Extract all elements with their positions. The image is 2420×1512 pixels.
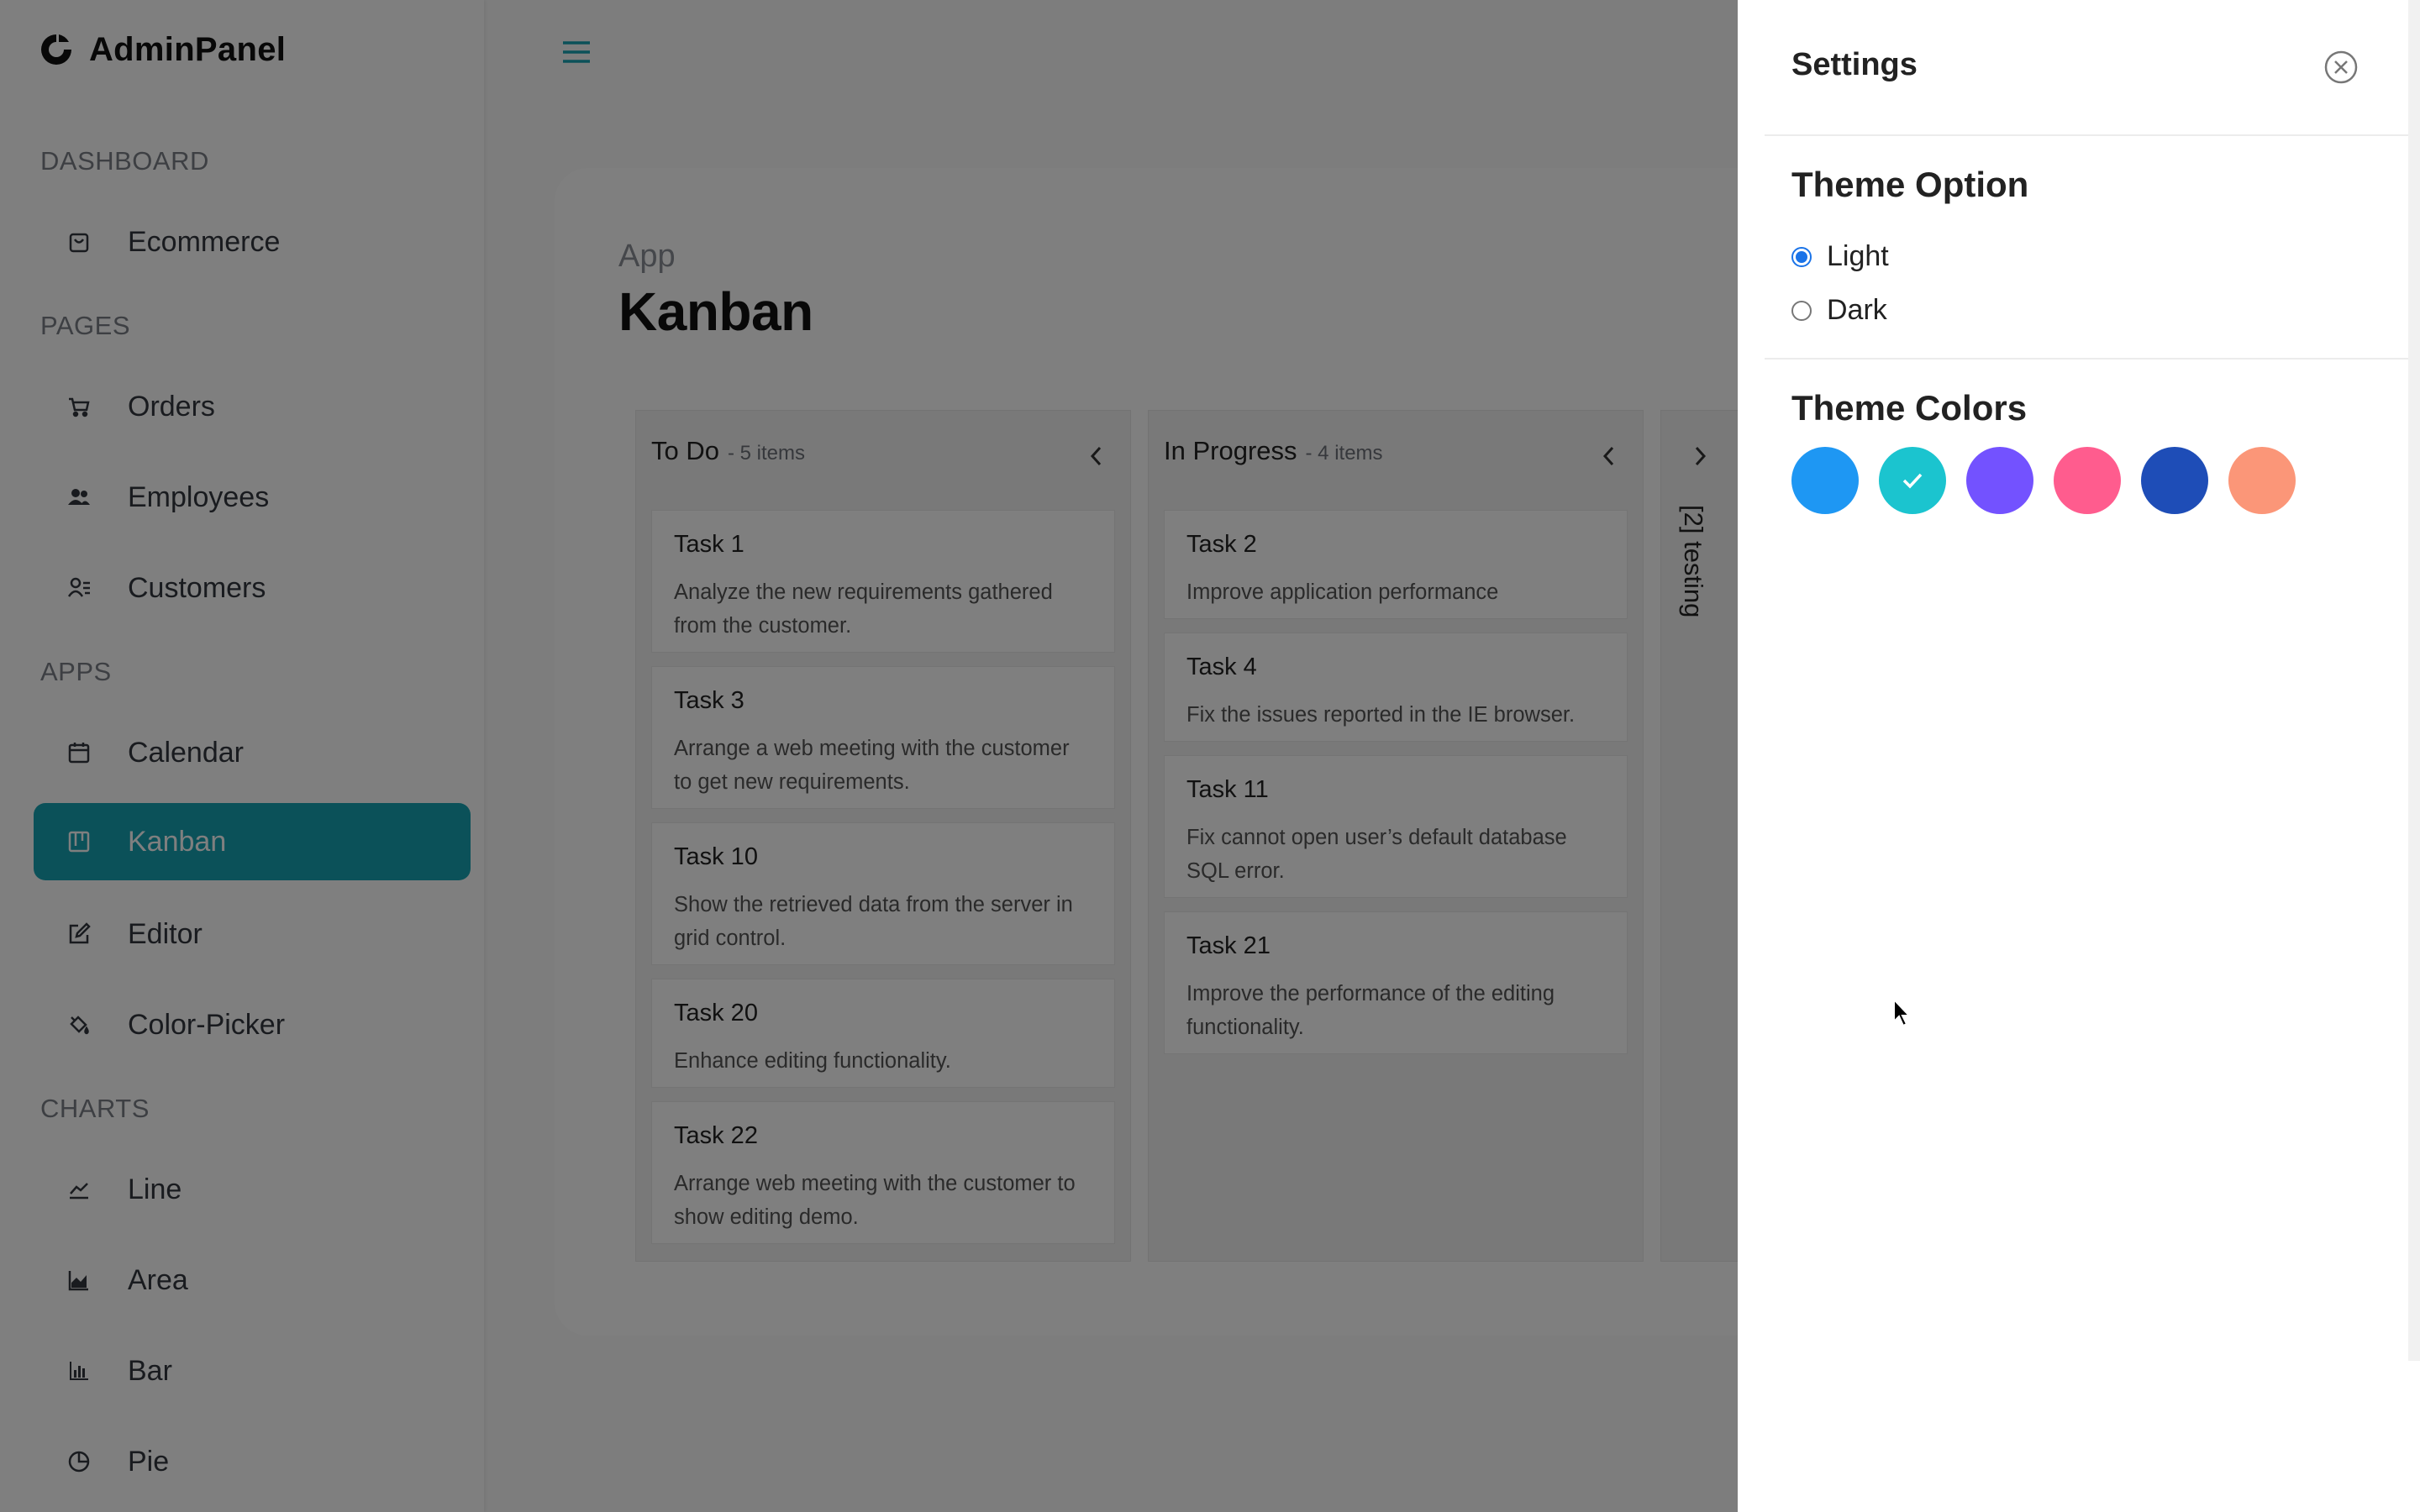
color-swatch[interactable] — [2054, 447, 2121, 514]
divider — [1765, 358, 2420, 360]
color-swatch[interactable] — [1791, 447, 1859, 514]
color-swatch[interactable] — [1879, 447, 1946, 514]
radio-label: Light — [1827, 240, 1889, 272]
close-icon — [2324, 50, 2358, 84]
color-swatch[interactable] — [2141, 447, 2208, 514]
radio-button[interactable] — [1791, 300, 1812, 321]
radio-label: Dark — [1827, 294, 1887, 326]
settings-panel: Settings Theme Option Light Dark Theme C… — [1738, 0, 2420, 1512]
color-swatch[interactable] — [2228, 447, 2296, 514]
modal-backdrop[interactable] — [0, 0, 1738, 1512]
theme-radio-light[interactable]: Light — [1791, 240, 1889, 273]
theme-colors-heading: Theme Colors — [1791, 388, 2028, 428]
divider — [1765, 134, 2420, 136]
color-swatch[interactable] — [1966, 447, 2033, 514]
check-icon — [1902, 473, 1923, 489]
mouse-cursor-icon — [1892, 997, 1912, 1032]
theme-radio-dark[interactable]: Dark — [1791, 294, 1887, 327]
scrollbar[interactable] — [2408, 0, 2420, 1361]
theme-option-heading: Theme Option — [1791, 165, 2029, 204]
radio-button[interactable] — [1791, 246, 1812, 267]
close-settings-button[interactable] — [2323, 49, 2360, 86]
settings-title: Settings — [1791, 47, 1918, 82]
